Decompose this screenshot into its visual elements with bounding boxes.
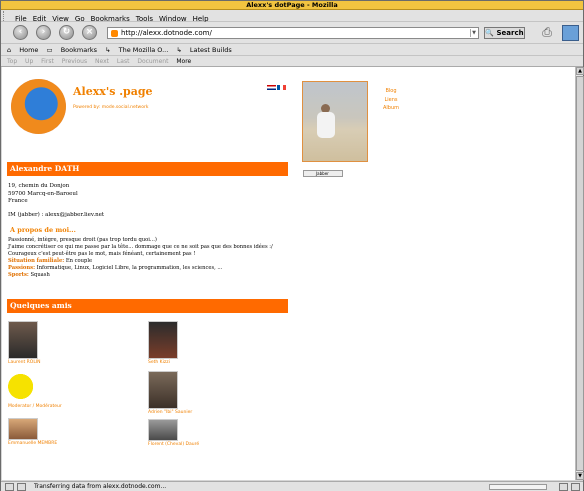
search-button[interactable]: 🔍 Search [484,27,525,39]
window-title: Alexx's dotPage - Mozilla [1,1,583,10]
security-icon[interactable] [559,483,568,491]
bio-block: Passionné, intègre, presque droit (pas t… [8,237,288,279]
photo-figure [317,112,335,138]
friend-card[interactable]: Seth Kizzi [148,321,178,365]
bookmark-mozilla-label: The Mozilla O... [118,46,169,54]
sitenav-first[interactable]: First [41,56,54,67]
sitenav-last[interactable]: Last [117,56,130,67]
sitenav-up[interactable]: Up [25,56,33,67]
progress-bar [489,484,547,490]
browser-window: Alexx's dotPage - Mozilla File Edit View Go… [0,0,584,491]
bookmark-latest-builds[interactable]: ↳ Latest Builds [176,44,231,56]
address-line: 19, chemin du Donjon [8,183,70,189]
link-album[interactable]: Album [383,104,399,113]
bookmark-home[interactable]: ⌂ Home [7,44,38,56]
smiley-avatar-icon [8,373,36,403]
url-bar[interactable]: http://alexx.dotnode.com/ ▼ [107,27,479,39]
friend-card[interactable]: Adrien "Ibi" Saunier [148,371,192,415]
site-navigation-bar: Top Up First Previous Next Last Document… [1,56,583,67]
powered-by[interactable]: Powered by: mode.social.network [73,105,148,110]
link-blog[interactable]: Blog [383,87,399,96]
fact-key: Sports: [8,272,29,278]
url-dropdown-icon[interactable]: ▼ [470,29,477,37]
fact-value: Squash [30,272,50,278]
sitenav-document[interactable]: Document [137,56,168,67]
throbber-icon [562,25,579,41]
bookmark-bookmarks-label: Bookmarks [60,46,98,54]
friend-avatar [8,418,38,440]
bookmark-mozilla[interactable]: ↳ The Mozilla O... [105,44,168,56]
friend-card[interactable]: Laurent ROLIN [8,321,41,365]
friend-card[interactable]: Moderator / Modérateur [8,373,62,409]
friend-avatar [148,419,178,441]
bookmark-bookmarks[interactable]: ▭ Bookmarks [46,44,97,56]
navigation-toolbar: ‹ › ↻ × http://alexx.dotnode.com/ ▼ 🔍 Se… [1,22,583,44]
status-bar: Transferring data from alexx.dotnode.com… [1,481,583,491]
friend-card[interactable]: Florent (Cheval) Dauré [148,419,199,447]
bookmark-latest-builds-label: Latest Builds [189,46,232,54]
offline-icon[interactable] [17,483,26,491]
fact-value: En couple [65,258,93,264]
address-line: France [8,198,28,204]
fact-family: Situation familiale: En couple [8,258,288,265]
fact-value: Informatique, Linux, Logiciel Libre, la … [36,265,223,271]
site-title[interactable]: Alexx's .page [73,85,153,98]
sitenav-more[interactable]: More [176,56,191,67]
link-liens[interactable]: Liens [383,96,399,105]
stop-button[interactable]: × [82,25,97,40]
friend-name: Emmanuelle MEMBRE [8,441,58,446]
bio-line: Courageux c'est peut-être pas le mot, ma… [8,251,196,257]
personal-toolbar: ⌂ Home ▭ Bookmarks ↳ The Mozilla O... ↳ … [1,44,583,56]
firefox-logo-icon [11,79,66,134]
fact-sports: Sports: Squash [8,272,288,279]
sitenav-top[interactable]: Top [7,56,17,67]
friend-name: Seth Kizzi [148,360,170,365]
address-line: 59700 Marcq-en-Baroeul [8,190,78,197]
friend-card[interactable]: Emmanuelle MEMBRE [8,418,57,446]
fact-passions: Passions: Informatique, Linux, Logiciel … [8,265,288,272]
address-block: 19, chemin du Donjon 59700 Marcq-en-Baro… [8,183,78,206]
vertical-scrollbar[interactable]: ▲ ▼ [575,67,584,480]
search-button-label: Search [496,29,524,37]
bio-line: J'aime concrétiser ce qui me passe par l… [8,244,273,250]
bookmark-home-label: Home [19,46,39,54]
page-content: Alexx's .page Powered by: mode.social.ne… [2,67,575,480]
profile-photo[interactable] [302,81,368,162]
connection-icon[interactable] [5,483,14,491]
side-links: Blog Liens Album [383,87,399,113]
friend-name: Adrien "Ibi" Saunier [148,410,193,415]
fact-key: Passions: [8,265,36,271]
about-title: A propos de moi... [10,226,76,234]
scroll-down-icon[interactable]: ▼ [576,472,584,480]
flag-en-icon[interactable] [267,85,276,90]
friend-avatar [8,321,38,359]
jabber-badge[interactable]: Jabber [303,170,343,177]
menu-bar: File Edit View Go Bookmarks Tools Window Help [1,10,583,23]
friend-name: Moderator / Modérateur [8,404,62,409]
sitenav-next[interactable]: Next [95,56,109,67]
scroll-thumb[interactable] [576,76,584,471]
im-contact: IM (jabber) : alexx@jabber.liev.net [8,212,105,218]
flag-fr-icon[interactable] [277,85,286,90]
print-icon[interactable]: ⎙ [539,25,555,40]
forward-button[interactable]: › [36,25,51,40]
friend-name: Florent (Cheval) Dauré [148,442,200,447]
friend-name: Laurent ROLIN [8,360,41,365]
friends-header: Quelques amis [7,299,288,313]
friend-avatar [148,371,178,409]
fact-key: Situation familiale: [8,258,65,264]
scroll-up-icon[interactable]: ▲ [576,67,584,75]
name-header: Alexandre DATH [7,162,288,176]
status-text: Transferring data from alexx.dotnode.com… [34,483,167,490]
friend-avatar [148,321,178,359]
back-button[interactable]: ‹ [13,25,28,40]
bio-line: Passionné, intègre, presque droit (pas t… [8,237,157,243]
sitenav-previous[interactable]: Previous [62,56,87,67]
favicon-icon [111,30,118,37]
toolbar-grip[interactable] [3,11,10,21]
reload-button[interactable]: ↻ [59,25,74,40]
url-text: http://alexx.dotnode.com/ [121,29,212,37]
language-flags [267,85,287,92]
popup-icon[interactable] [571,483,580,491]
